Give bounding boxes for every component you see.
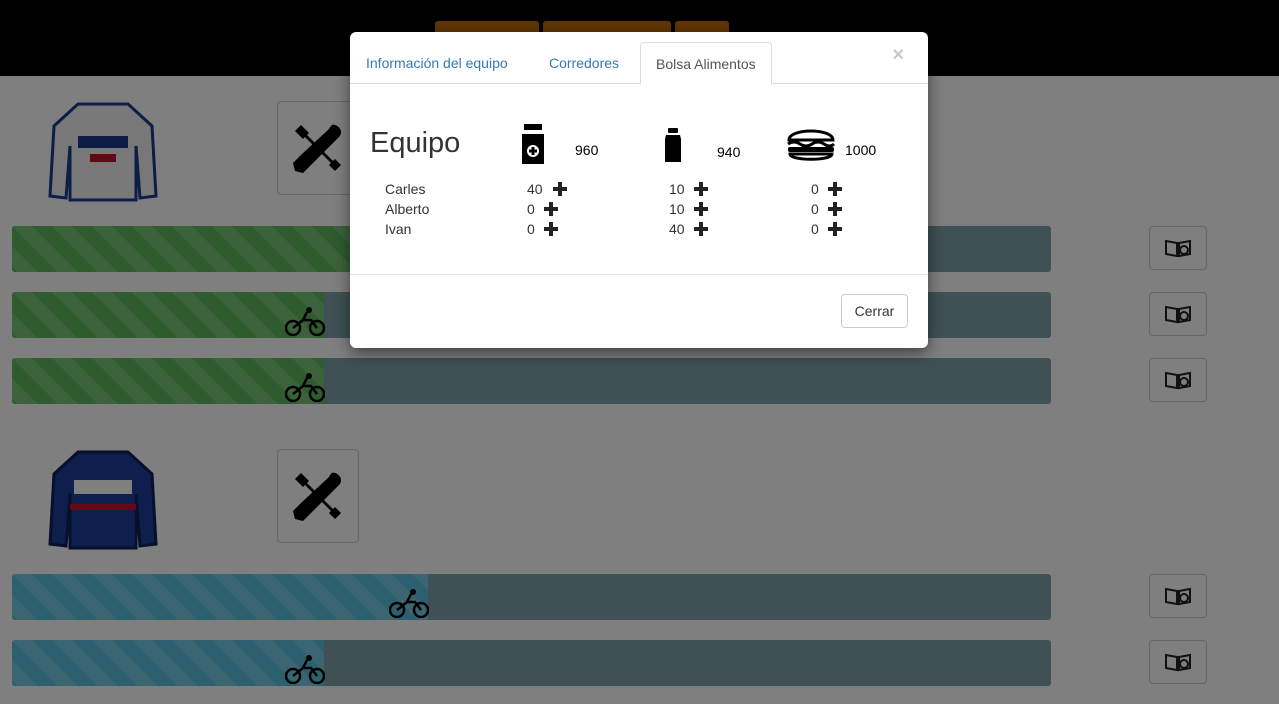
rider-medicine: 40 [527, 181, 543, 197]
modal-footer-divider [350, 274, 928, 275]
add-medicine-icon[interactable] [544, 222, 558, 236]
water-bottle-icon [665, 128, 681, 162]
rider-water: 10 [669, 181, 685, 197]
rider-food: 0 [811, 221, 819, 237]
burger-icon [787, 129, 836, 161]
medicine-bottle-icon [522, 124, 544, 164]
rider-food: 0 [811, 181, 819, 197]
rider-name: Ivan [385, 221, 412, 237]
tab-riders[interactable]: Corredores [534, 42, 634, 84]
add-food-icon[interactable] [828, 182, 842, 196]
water-total: 940 [717, 144, 741, 160]
rider-water: 10 [669, 201, 685, 217]
rider-food: 0 [811, 201, 819, 217]
close-button[interactable]: Cerrar [841, 294, 908, 328]
add-food-icon[interactable] [828, 202, 842, 216]
rider-name: Carles [385, 181, 426, 197]
add-medicine-icon[interactable] [544, 202, 558, 216]
food-bag-modal: Información del equipo Corredores Bolsa … [350, 32, 928, 348]
team-heading: Equipo [370, 127, 461, 159]
medicine-total: 960 [575, 142, 599, 158]
rider-water: 40 [669, 221, 685, 237]
rider-medicine: 0 [527, 201, 535, 217]
add-medicine-icon[interactable] [553, 182, 567, 196]
tab-team-info[interactable]: Información del equipo [351, 42, 523, 84]
tab-food-bag[interactable]: Bolsa Alimentos [640, 42, 772, 85]
close-icon[interactable]: × [892, 44, 904, 67]
add-food-icon[interactable] [828, 222, 842, 236]
modal-tabs: Información del equipo Corredores Bolsa … [350, 42, 928, 85]
rider-medicine: 0 [527, 221, 535, 237]
add-water-icon[interactable] [694, 222, 708, 236]
add-water-icon[interactable] [694, 202, 708, 216]
burger-total: 1000 [845, 142, 877, 158]
add-water-icon[interactable] [694, 182, 708, 196]
rider-name: Alberto [385, 201, 430, 217]
